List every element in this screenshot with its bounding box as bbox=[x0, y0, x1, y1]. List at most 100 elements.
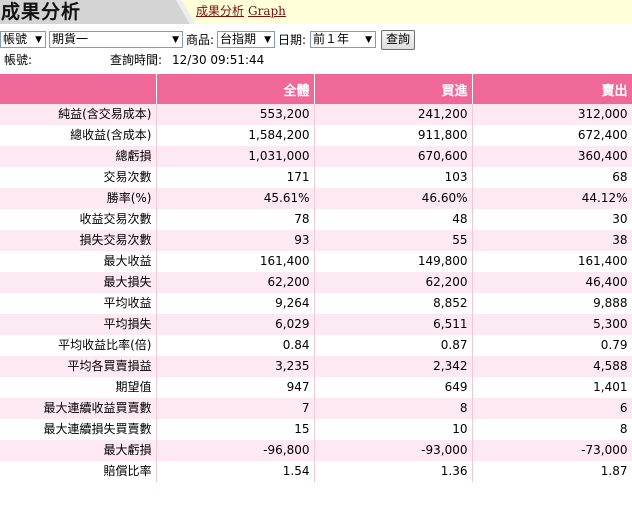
row-label: 平均收益比率(倍) bbox=[0, 335, 157, 356]
cell-all: 0.84 bbox=[156, 335, 315, 356]
table-row: 期望值 947 649 1,401 bbox=[0, 377, 632, 398]
cell-buy: 8 bbox=[314, 398, 473, 419]
cell-sell: 312,000 bbox=[472, 104, 632, 125]
table-row: 收益交易次數 78 48 30 bbox=[0, 209, 632, 230]
account-select[interactable]: 帳號 ▼ bbox=[0, 31, 46, 48]
cell-sell: 4,588 bbox=[472, 356, 632, 377]
cell-sell: -73,000 bbox=[472, 440, 632, 461]
account-select-value: 帳號 bbox=[3, 32, 28, 46]
cell-all: 161,400 bbox=[156, 251, 315, 272]
table-row: 最大虧損 -96,800 -93,000 -73,000 bbox=[0, 440, 632, 461]
row-label: 交易次數 bbox=[0, 167, 157, 188]
row-label: 最大連續收益買賣數 bbox=[0, 398, 157, 419]
cell-sell: 672,400 bbox=[472, 125, 632, 146]
cell-sell: 9,888 bbox=[472, 293, 632, 314]
column-header-buy: 買進 bbox=[314, 74, 473, 104]
row-label: 收益交易次數 bbox=[0, 209, 157, 230]
cell-all: 1,584,200 bbox=[156, 125, 315, 146]
row-label: 平均損失 bbox=[0, 314, 157, 335]
table-row: 損失交易次數 93 55 38 bbox=[0, 230, 632, 251]
table-row: 平均收益比率(倍) 0.84 0.87 0.79 bbox=[0, 335, 632, 356]
row-label: 最大連續損失買賣數 bbox=[0, 419, 157, 440]
cell-buy: 48 bbox=[314, 209, 473, 230]
row-label: 損失交易次數 bbox=[0, 230, 157, 251]
type-select[interactable]: 期貨一 ▼ bbox=[49, 31, 183, 48]
row-label: 總收益(含成本) bbox=[0, 125, 157, 146]
cell-sell: 6 bbox=[472, 398, 632, 419]
cell-all: -96,800 bbox=[156, 440, 315, 461]
table-row: 總收益(含成本) 1,584,200 911,800 672,400 bbox=[0, 125, 632, 146]
cell-all: 1.54 bbox=[156, 461, 315, 482]
cell-sell: 44.12% bbox=[472, 188, 632, 209]
cell-all: 1,031,000 bbox=[156, 146, 315, 167]
chevron-down-icon: ▼ bbox=[264, 35, 271, 45]
table-row: 賠償比率 1.54 1.36 1.87 bbox=[0, 461, 632, 482]
cell-buy: 103 bbox=[314, 167, 473, 188]
cell-buy: 8,852 bbox=[314, 293, 473, 314]
column-header-all: 全體 bbox=[156, 74, 315, 104]
row-label: 勝率(%) bbox=[0, 188, 157, 209]
cell-sell: 0.79 bbox=[472, 335, 632, 356]
date-select[interactable]: 前１年 ▼ bbox=[310, 31, 376, 48]
table-row: 平均各買賣損益 3,235 2,342 4,588 bbox=[0, 356, 632, 377]
page-title: 成果分析 bbox=[1, 1, 82, 23]
cell-all: 93 bbox=[156, 230, 315, 251]
cell-buy: 46.60% bbox=[314, 188, 473, 209]
cell-buy: 241,200 bbox=[314, 104, 473, 125]
cell-all: 3,235 bbox=[156, 356, 315, 377]
query-time-value: 12/30 09:51:44 bbox=[172, 53, 265, 67]
account-info-label: 帳號: bbox=[4, 53, 33, 67]
table-row: 最大收益 161,400 149,800 161,400 bbox=[0, 251, 632, 272]
row-label: 最大收益 bbox=[0, 251, 157, 272]
cell-all: 62,200 bbox=[156, 272, 315, 293]
row-label: 最大損失 bbox=[0, 272, 157, 293]
chevron-down-icon: ▼ bbox=[172, 35, 179, 45]
row-label: 總虧損 bbox=[0, 146, 157, 167]
row-label: 平均各買賣損益 bbox=[0, 356, 157, 377]
cell-all: 6,029 bbox=[156, 314, 315, 335]
query-button[interactable]: 查詢 bbox=[381, 30, 416, 50]
cell-buy: 55 bbox=[314, 230, 473, 251]
table-row: 純益(含交易成本) 553,200 241,200 312,000 bbox=[0, 104, 632, 125]
product-select[interactable]: 台指期 ▼ bbox=[217, 31, 275, 48]
cell-sell: 360,400 bbox=[472, 146, 632, 167]
table-row: 總虧損 1,031,000 670,600 360,400 bbox=[0, 146, 632, 167]
product-label: 商品: bbox=[186, 33, 215, 47]
date-select-value: 前１年 bbox=[313, 32, 350, 46]
cell-sell: 1.87 bbox=[472, 461, 632, 482]
cell-buy: 1.36 bbox=[314, 461, 473, 482]
table-row: 最大損失 62,200 62,200 46,400 bbox=[0, 272, 632, 293]
cell-sell: 30 bbox=[472, 209, 632, 230]
link-performance-analysis[interactable]: 成果分析 bbox=[196, 4, 244, 18]
cell-buy: 2,342 bbox=[314, 356, 473, 377]
cell-all: 15 bbox=[156, 419, 315, 440]
row-label: 平均收益 bbox=[0, 293, 157, 314]
cell-all: 947 bbox=[156, 377, 315, 398]
table-body: 純益(含交易成本) 553,200 241,200 312,000 總收益(含成本) 1,… bbox=[0, 104, 632, 482]
type-select-value: 期貨一 bbox=[52, 32, 89, 46]
row-label: 期望值 bbox=[0, 377, 157, 398]
cell-sell: 68 bbox=[472, 167, 632, 188]
cell-sell: 1,401 bbox=[472, 377, 632, 398]
cell-all: 171 bbox=[156, 167, 315, 188]
cell-buy: 10 bbox=[314, 419, 473, 440]
cell-buy: 670,600 bbox=[314, 146, 473, 167]
cell-sell: 38 bbox=[472, 230, 632, 251]
row-label: 純益(含交易成本) bbox=[0, 104, 157, 125]
table-row: 平均收益 9,264 8,852 9,888 bbox=[0, 293, 632, 314]
row-label: 最大虧損 bbox=[0, 440, 157, 461]
link-graph[interactable]: Graph bbox=[248, 4, 286, 18]
cell-buy: -93,000 bbox=[314, 440, 473, 461]
cell-buy: 649 bbox=[314, 377, 473, 398]
cell-all: 9,264 bbox=[156, 293, 315, 314]
chevron-down-icon: ▼ bbox=[35, 35, 42, 45]
column-header-sell: 賣出 bbox=[472, 74, 632, 104]
table-row: 最大連續損失買賣數 15 10 8 bbox=[0, 419, 632, 440]
table-header-row: 全體 買進 賣出 bbox=[0, 74, 632, 104]
results-table: 全體 買進 賣出 純益(含交易成本) 553,200 241,200 312,000 總… bbox=[0, 74, 632, 482]
chevron-down-icon: ▼ bbox=[365, 35, 372, 45]
title-bar: 成果分析 成果分析 Graph bbox=[0, 0, 632, 24]
row-label: 賠償比率 bbox=[0, 461, 157, 482]
table-row: 勝率(%) 45.61% 46.60% 44.12% bbox=[0, 188, 632, 209]
table-row: 交易次數 171 103 68 bbox=[0, 167, 632, 188]
